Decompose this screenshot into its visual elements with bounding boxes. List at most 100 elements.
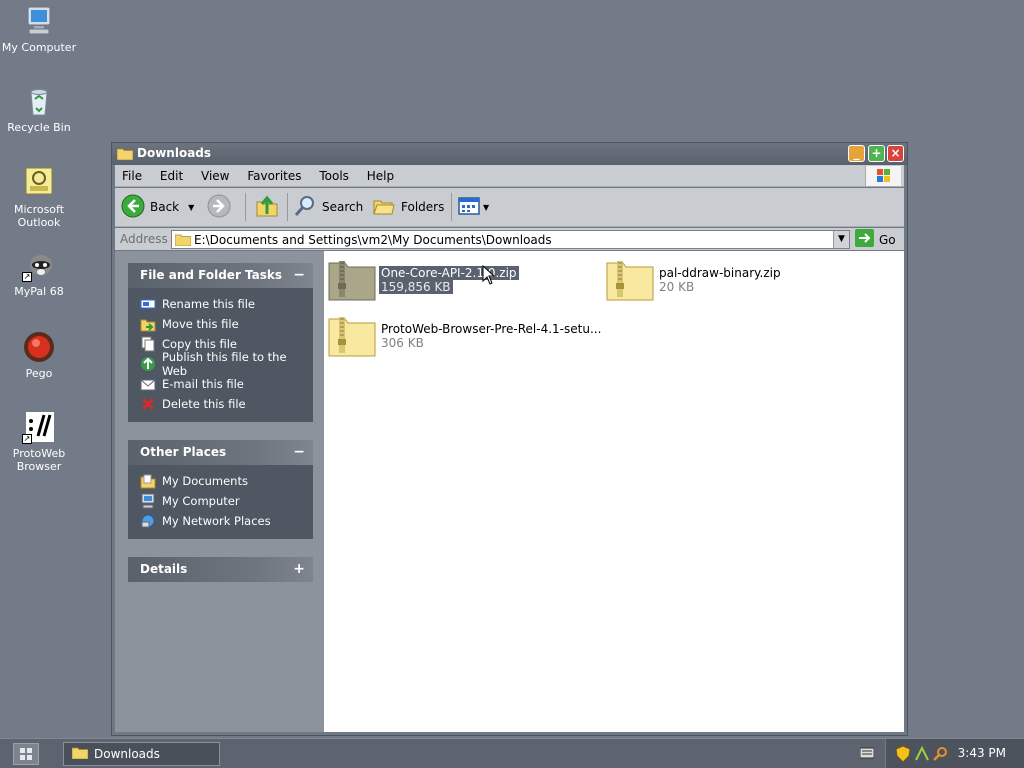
place-my-computer[interactable]: My Computer [140, 491, 313, 511]
desktop-icon-label: My Computer [1, 41, 77, 54]
desktop-icon-protoweb[interactable]: ↗ ProtoWeb Browser [0, 410, 78, 473]
taskbar-button-downloads[interactable]: Downloads [63, 742, 220, 766]
forward-arrow-icon [207, 194, 231, 221]
security-shield-icon[interactable] [895, 745, 911, 765]
copy-icon [140, 336, 156, 352]
task-label: Move this file [162, 317, 239, 331]
menu-help[interactable]: Help [360, 165, 401, 187]
expand-toggle[interactable]: + [293, 557, 305, 582]
collapse-toggle[interactable]: − [293, 440, 305, 465]
menu-favorites[interactable]: Favorites [240, 165, 308, 187]
move-icon [140, 316, 156, 332]
minimize-button[interactable]: _ [848, 145, 865, 162]
maximize-icon: + [871, 146, 882, 160]
file-size: 306 KB [381, 336, 424, 350]
menu-edit[interactable]: Edit [153, 165, 190, 187]
panel-header[interactable]: Details + [128, 557, 313, 582]
folders-button[interactable]: Folders [372, 192, 444, 222]
task-label: Publish this file to the Web [162, 350, 287, 378]
task-publish[interactable]: Publish this file to the Web [140, 350, 313, 378]
panel-header[interactable]: File and Folder Tasks − [128, 263, 313, 288]
network-icon [140, 513, 156, 529]
toolbar: Back ▼ Search Folders ▼ [115, 188, 904, 227]
chevron-down-icon[interactable]: ▼ [188, 203, 194, 212]
publish-icon [140, 356, 156, 372]
desktop-icon-label: MyPal 68 [14, 285, 64, 298]
menu-file[interactable]: File [115, 165, 149, 187]
zip-folder-icon [328, 315, 376, 357]
menu-tools[interactable]: Tools [312, 165, 356, 187]
desktop-icon-my-computer[interactable]: My Computer [0, 4, 78, 54]
system-tray: 3:43 PM [885, 739, 1024, 768]
menu-view[interactable]: View [194, 165, 236, 187]
explorer-window: Downloads _ + × File Edit View Favorites… [111, 142, 908, 736]
taskbar: Downloads 3:43 PM [0, 738, 1024, 768]
panel-header[interactable]: Other Places − [128, 440, 313, 465]
shortcut-arrow-icon: ↗ [22, 434, 32, 444]
panel-title: Details [140, 562, 188, 576]
other-places-panel: Other Places − My Documents My Computer … [128, 440, 313, 539]
up-folder-button[interactable] [255, 192, 279, 222]
close-button[interactable]: × [887, 145, 904, 162]
desktop-icon-mypal[interactable]: ↗ MyPal 68 [0, 248, 78, 298]
task-delete[interactable]: Delete this file [140, 394, 313, 414]
toolbar-separator [451, 193, 452, 221]
my-documents-icon [140, 473, 156, 489]
mouse-cursor-icon [482, 264, 496, 288]
views-button[interactable]: ▼ [457, 192, 489, 222]
task-move[interactable]: Move this file [140, 314, 313, 334]
views-icon [457, 194, 481, 221]
folder-up-icon [255, 194, 279, 221]
pego-icon [22, 330, 56, 364]
taskbar-button-label: Downloads [94, 747, 160, 761]
maximize-button[interactable]: + [868, 145, 885, 162]
desktop-icon-label: Pego [25, 367, 53, 380]
zip-folder-icon [606, 259, 654, 301]
task-label: E-mail this file [162, 377, 244, 391]
place-label: My Computer [162, 494, 240, 508]
place-label: My Network Places [162, 514, 271, 528]
recycle-bin-icon [22, 84, 56, 118]
clock[interactable]: 3:43 PM [958, 746, 1006, 760]
file-name: ProtoWeb-Browser-Pre-Rel-4.1-setu... [381, 322, 602, 336]
desktop-icon-outlook[interactable]: Microsoft Outlook [0, 166, 78, 229]
toolbar-separator [287, 193, 288, 221]
collapse-toggle[interactable]: − [293, 263, 305, 288]
folders-icon [372, 194, 396, 221]
place-my-network[interactable]: My Network Places [140, 511, 313, 531]
address-input[interactable]: E:\Documents and Settings\vm2\My Documen… [171, 230, 850, 249]
go-label: Go [879, 232, 896, 247]
task-rename[interactable]: Rename this file [140, 294, 313, 314]
go-button[interactable]: Go [855, 229, 896, 249]
place-my-documents[interactable]: My Documents [140, 471, 313, 491]
outlook-icon [22, 166, 56, 200]
title-bar[interactable]: Downloads _ + × [112, 143, 907, 165]
chevron-down-icon[interactable]: ▼ [833, 231, 849, 248]
panel-body: Rename this file Move this file Copy thi… [128, 288, 313, 422]
search-button[interactable]: Search [293, 192, 363, 222]
task-label: Delete this file [162, 397, 246, 411]
search-icon [293, 194, 317, 221]
file-item[interactable]: pal-ddraw-binary.zip 20 KB [602, 259, 842, 303]
chevron-down-icon: ▼ [483, 202, 490, 212]
back-label: Back [150, 200, 180, 214]
keyboard-icon[interactable] [859, 747, 875, 762]
desktop-icon-recycle-bin[interactable]: Recycle Bin [0, 84, 78, 134]
back-arrow-icon [121, 194, 145, 221]
start-button[interactable] [13, 743, 39, 765]
file-item[interactable]: One-Core-API-2.1.0.zip 159,856 KB [324, 259, 564, 303]
computer-icon [140, 493, 156, 509]
file-item[interactable]: ProtoWeb-Browser-Pre-Rel-4.1-setu... 306… [324, 315, 624, 359]
forward-button[interactable] [207, 192, 231, 222]
raccoon-icon: ↗ [22, 248, 56, 282]
network-tray-icon[interactable] [914, 745, 930, 765]
back-button[interactable]: Back ▼ [121, 192, 194, 222]
window-title: Downloads [137, 146, 212, 160]
close-icon: × [890, 146, 901, 160]
protoweb-icon: ↗ [22, 410, 56, 444]
search-tray-icon[interactable] [932, 746, 948, 765]
zip-folder-icon [328, 259, 376, 301]
desktop-icon-label: ProtoWeb Browser [12, 447, 66, 473]
desktop-icon-pego[interactable]: Pego [0, 330, 78, 380]
panel-title: File and Folder Tasks [140, 268, 283, 282]
